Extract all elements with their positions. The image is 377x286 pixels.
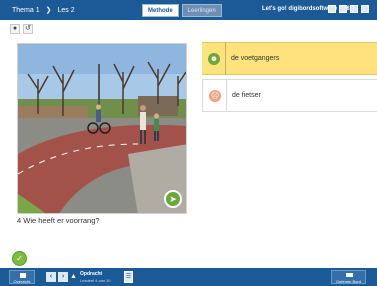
- answer-option-label: de voetgangers: [231, 55, 280, 62]
- check-icon[interactable]: ✓: [12, 251, 27, 266]
- record-icon[interactable]: ●: [10, 24, 20, 34]
- home-button[interactable]: Overzicht: [9, 270, 35, 284]
- task-subtitle: Lesdeel 4 van 10: [80, 278, 111, 283]
- option-divider: [225, 42, 226, 75]
- tab-leerlingen[interactable]: Leerlingen: [181, 4, 222, 17]
- home-button-label: Overzicht: [13, 279, 31, 284]
- task-title: Opdracht: [80, 271, 103, 277]
- minimize-icon[interactable]: [350, 5, 358, 13]
- traffic-scene-image: [18, 44, 186, 213]
- board-button-label: Oefenen Bord: [336, 279, 361, 284]
- refresh-icon[interactable]: ↺: [23, 24, 33, 34]
- answer-option-1[interactable]: ☻ de voetgangers: [202, 42, 377, 75]
- correct-icon: ☻: [208, 52, 220, 65]
- task-icon: ▲: [70, 273, 77, 280]
- question-text: 4 Wie heeft er voorrang?: [17, 216, 100, 225]
- chevron-right-icon: ❯: [45, 7, 52, 14]
- tab-methode[interactable]: Methode: [142, 4, 179, 17]
- previous-button[interactable]: ‹: [46, 272, 56, 282]
- mode-tabs: Methode Leerlingen: [142, 4, 222, 17]
- next-button[interactable]: ›: [58, 272, 68, 282]
- breadcrumb: Thema 1 ❯ Les 2: [12, 6, 75, 15]
- top-bar: Thema 1 ❯ Les 2 Methode Leerlingen Let's…: [0, 0, 377, 20]
- exercise-toolbar: ● ↺: [10, 24, 33, 34]
- document-icon[interactable]: ☰: [124, 271, 133, 283]
- exercise-photo: ➤: [17, 43, 187, 214]
- breadcrumb-lesson[interactable]: Les 2: [58, 7, 75, 14]
- bottom-bar: Overzicht ‹ › ▲ Opdracht Lesdeel 4 van 1…: [0, 268, 377, 286]
- next-arrow-icon[interactable]: ➤: [164, 190, 182, 208]
- breadcrumb-theme[interactable]: Thema 1: [12, 7, 40, 14]
- close-icon[interactable]: [361, 5, 369, 13]
- incorrect-icon: ☹: [209, 89, 221, 102]
- answer-option-2[interactable]: ☹ de fietser: [202, 79, 377, 112]
- help-icon[interactable]: [328, 5, 336, 13]
- option-divider: [226, 79, 227, 112]
- answer-option-label: de fietser: [232, 92, 261, 99]
- settings-icon[interactable]: [339, 5, 347, 13]
- window-controls: [328, 5, 369, 13]
- board-button[interactable]: Oefenen Bord: [331, 270, 366, 284]
